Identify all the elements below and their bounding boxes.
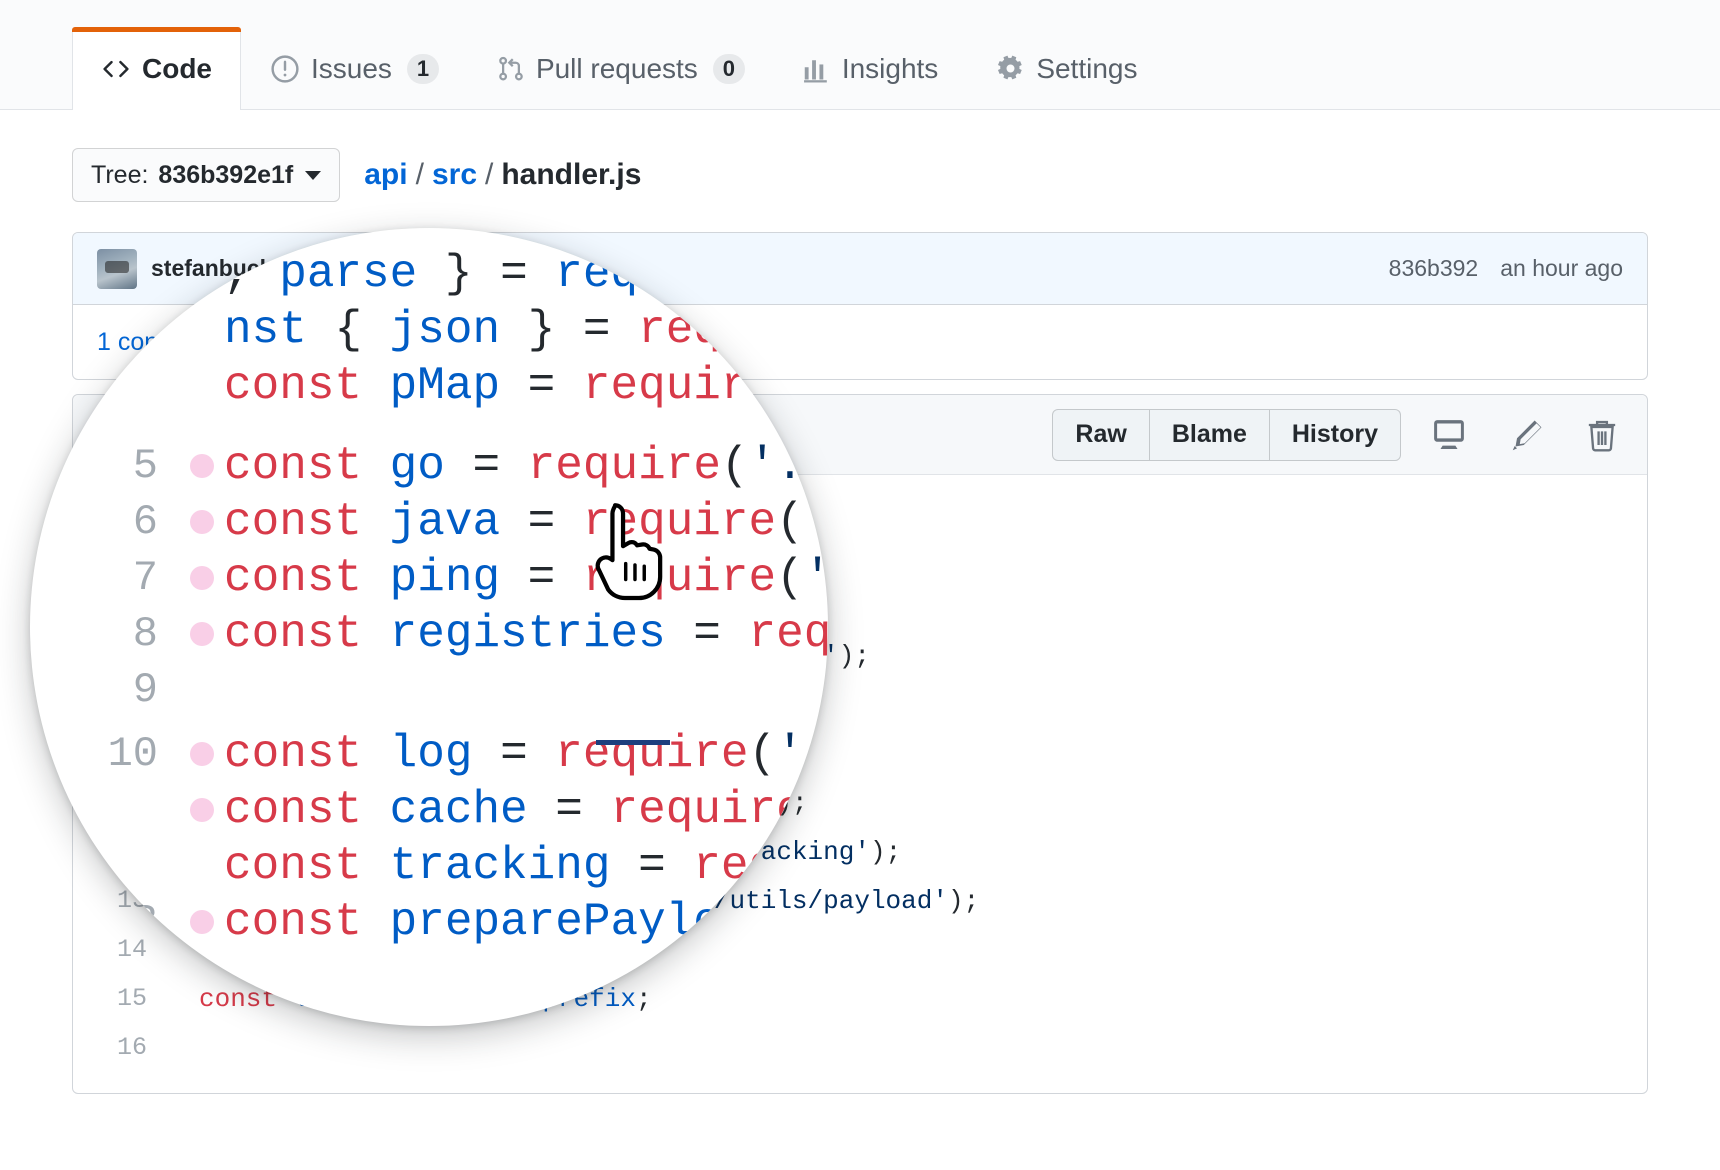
line-content: const tracking = require('. (224, 840, 828, 892)
line-number: 5 (132, 442, 158, 490)
raw-button[interactable]: Raw (1052, 408, 1150, 461)
pencil-icon[interactable] (1509, 418, 1545, 452)
line-marker (180, 742, 224, 766)
chevron-down-icon (305, 170, 322, 180)
line-content: const java = require('./java'); (224, 496, 828, 548)
line-number: 9 (132, 666, 158, 714)
blame-button[interactable]: Blame (1149, 408, 1270, 461)
magnified-line: const cache = require('./util (72, 782, 828, 838)
line-content: const pMap = require('p-map', (224, 360, 828, 412)
file-view-button-group: Raw Blame History (1052, 408, 1401, 461)
tree-sha-value: 836b392e1f (158, 160, 294, 189)
line-content: , parse } = req (224, 248, 639, 300)
magnified-code: , parse } = req nst { json } = require( … (30, 228, 828, 1026)
repo-nav-tabbar: Code Issues 1 Pull requests 0 Insights S… (0, 0, 1720, 110)
magnified-line: const tracking = require('. (72, 838, 828, 894)
breadcrumb-item-api[interactable]: api (364, 158, 407, 192)
issues-count-badge: 1 (406, 53, 439, 84)
zoom-magnifier-overlay: , parse } = req nst { json } = require( … (30, 228, 828, 1026)
line-content: const preparePayload = r (224, 896, 828, 948)
trash-icon[interactable] (1585, 417, 1619, 453)
code-line: 16 (73, 1023, 1647, 1072)
line-number: 16 (116, 1033, 147, 1062)
breadcrumb: api / src / handler.js (364, 158, 641, 192)
breadcrumb-item-src[interactable]: src (432, 158, 477, 192)
tab-settings[interactable]: Settings (967, 27, 1166, 109)
tab-code-label: Code (142, 52, 212, 84)
code-icon (101, 56, 131, 82)
breadcrumb-separator: / (485, 158, 494, 191)
file-action-icons (1429, 417, 1619, 453)
tab-issues[interactable]: Issues 1 (241, 27, 468, 109)
magnified-line: 8 const registries = require('./re (72, 606, 828, 662)
magnified-line: 5 const go = require('./go'); (72, 438, 828, 494)
hovered-link-underline (596, 740, 670, 745)
tree-sha-select[interactable]: Tree: 836b392e1f (72, 148, 341, 202)
magnified-line: 10 const log = require('./utils/lo (72, 726, 828, 782)
file-path-row: Tree: 836b392e1f api / src / handler.js (72, 148, 641, 202)
breadcrumb-separator: / (415, 158, 424, 191)
line-marker (180, 622, 224, 646)
issue-opened-icon (270, 54, 300, 84)
line-content: nst { json } = require( (224, 304, 828, 356)
magnified-line: const pMap = require('p-map', (72, 358, 828, 414)
graph-icon (803, 55, 831, 83)
history-button[interactable]: History (1269, 408, 1401, 461)
git-pull-request-icon (497, 54, 525, 84)
desktop-download-icon[interactable] (1429, 418, 1469, 452)
commit-timestamp: an hour ago (1500, 255, 1623, 281)
tree-label: Tree: (91, 160, 149, 189)
magnified-line: nst { json } = require( (72, 302, 828, 358)
line-number: 13 (107, 898, 158, 946)
line-marker (180, 566, 224, 590)
pointer-hand-cursor (588, 500, 674, 611)
line-marker (180, 454, 224, 478)
commit-meta: 836b392 an hour ago (1389, 255, 1623, 282)
line-number: 7 (132, 554, 158, 602)
line-number: 8 (132, 610, 158, 658)
tab-code[interactable]: Code (72, 27, 241, 110)
magnified-line: 9 (72, 662, 828, 718)
line-marker (180, 798, 224, 822)
line-content: const go = require('./go'); (224, 440, 828, 492)
line-content: const log = require('./utils/lo (224, 728, 828, 780)
tab-issues-label: Issues (311, 52, 392, 84)
magnified-line: 13 const preparePayload = r (72, 894, 828, 950)
tab-settings-label: Settings (1036, 52, 1138, 84)
magnified-line: 6 const java = require('./java'); (72, 494, 828, 550)
tab-pull-requests[interactable]: Pull requests 0 (468, 27, 774, 109)
gear-icon (996, 54, 1025, 83)
line-marker (180, 910, 224, 934)
commit-sha[interactable]: 836b392 (1389, 255, 1479, 282)
line-number: 10 (107, 730, 158, 778)
line-marker (180, 510, 224, 534)
line-content: const ping = require('./ping'); (224, 552, 828, 604)
breadcrumb-item-filename: handler.js (501, 158, 642, 191)
tab-insights-label: Insights (841, 52, 939, 84)
line-content: const registries = require('./re (224, 608, 828, 660)
magnified-line: , parse } = req (72, 246, 828, 302)
tab-insights[interactable]: Insights (774, 27, 968, 109)
line-content: const cache = require('./util (224, 784, 828, 836)
pull-requests-count-badge: 0 (712, 53, 745, 84)
magnified-line: 7 const ping = require('./ping'); (72, 550, 828, 606)
line-number: 6 (132, 498, 158, 546)
tab-pull-requests-label: Pull requests (535, 52, 698, 84)
